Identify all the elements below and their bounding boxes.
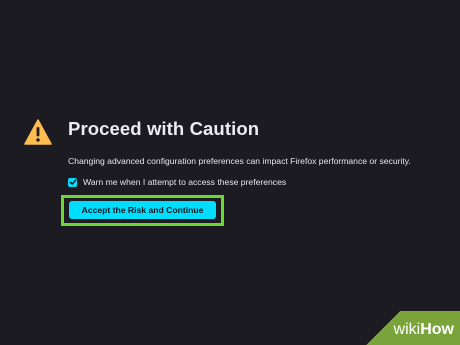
warn-checkbox-label: Warn me when I attempt to access these p… xyxy=(83,177,287,187)
watermark-logo: wikiHow xyxy=(393,321,454,338)
warn-checkbox[interactable] xyxy=(68,177,77,187)
warning-description: Changing advanced configuration preferen… xyxy=(68,156,411,166)
wikihow-watermark: wikiHow xyxy=(360,311,460,345)
accept-risk-button[interactable]: Accept the Risk and Continue xyxy=(69,201,216,219)
page-title: Proceed with Caution xyxy=(68,118,260,139)
warn-checkbox-row[interactable]: Warn me when I attempt to access these p… xyxy=(68,176,286,188)
checkmark-icon xyxy=(69,179,76,185)
warning-icon xyxy=(24,118,52,146)
